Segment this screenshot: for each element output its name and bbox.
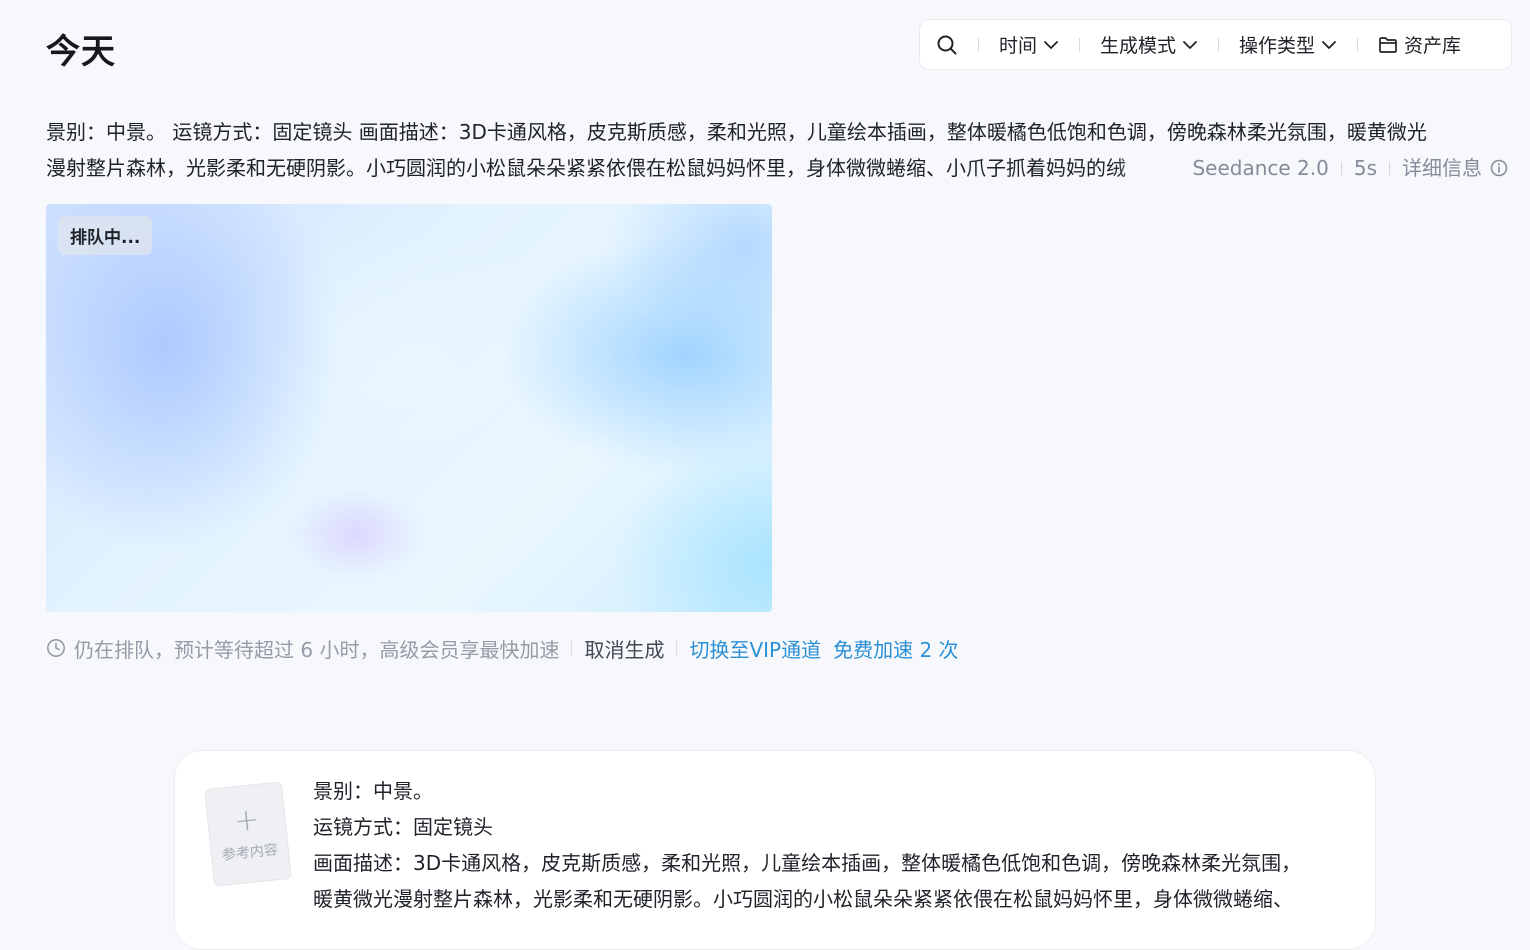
composer-line: 运镜方式：固定镜头	[313, 815, 493, 839]
wait-info: 仍在排队，预计等待超过 6 小时，高级会员享最快加速	[46, 634, 559, 663]
toolbar-divider	[1218, 37, 1220, 52]
prompt-composer: + 参考内容 景别：中景。 运镜方式：固定镜头 画面描述：3D卡通风格，皮克斯质…	[174, 750, 1376, 950]
cancel-generation-button[interactable]: 取消生成	[584, 634, 664, 663]
chevron-down-icon	[1044, 40, 1058, 49]
composer-line: 暖黄微光漫射整片森林，光影柔和无硬阴影。小巧圆润的小松鼠朵朵紧紧依偎在松鼠妈妈怀…	[313, 887, 1293, 911]
model-name: Seedance 2.0	[1192, 156, 1329, 180]
generation-mode-label: 生成模式	[1100, 35, 1177, 57]
reference-label: 参考内容	[221, 842, 279, 864]
search-icon	[937, 35, 957, 54]
toolbar-divider	[1357, 37, 1359, 52]
wait-text: 仍在排队，预计等待超过 6 小时，高级会员享最快加速	[74, 637, 560, 662]
video-preview-placeholder[interactable]: 排队中...	[46, 204, 772, 612]
asset-library-button[interactable]: 资产库	[1378, 31, 1461, 58]
time-filter-dropdown[interactable]: 时间	[999, 31, 1059, 58]
info-icon	[1490, 159, 1508, 177]
free-speed-up-link[interactable]: 免费加速 2 次	[833, 634, 958, 663]
meta-divider	[1340, 161, 1342, 175]
chevron-down-icon	[1322, 40, 1336, 49]
generation-mode-dropdown[interactable]: 生成模式	[1100, 31, 1198, 58]
toolbar-divider	[978, 37, 979, 52]
status-divider	[571, 641, 573, 655]
meta-divider	[1389, 161, 1390, 175]
chevron-down-icon	[1183, 40, 1197, 49]
queue-status-bar: 仍在排队，预计等待超过 6 小时，高级会员享最快加速 取消生成 切换至VIP通道…	[46, 630, 959, 666]
task-prompt: 景别：中景。 运镜方式：固定镜头 画面描述：3D卡通风格，皮克斯质感，柔和光照，…	[46, 114, 1508, 186]
prompt-line: 漫射整片森林，光影柔和无硬阴影。小巧圆润的小松鼠朵朵紧紧依偎在松鼠妈妈怀里，身体…	[46, 156, 1126, 180]
status-badge: 排队中...	[58, 216, 153, 255]
switch-vip-channel-link[interactable]: 切换至VIP通道	[689, 634, 821, 663]
toolbar-divider	[1079, 37, 1081, 52]
search-button[interactable]	[936, 34, 958, 56]
operation-type-label: 操作类型	[1239, 35, 1316, 57]
folder-icon	[1379, 36, 1397, 53]
composer-input[interactable]: 景别：中景。 运镜方式：固定镜头 画面描述：3D卡通风格，皮克斯质感，柔和光照，…	[313, 773, 1353, 917]
asset-library-label: 资产库	[1404, 35, 1462, 57]
status-divider	[676, 641, 678, 655]
page-title: 今天	[46, 32, 116, 72]
filter-toolbar: 时间 生成模式 操作类型 资产库	[919, 19, 1512, 70]
operation-type-dropdown[interactable]: 操作类型	[1239, 31, 1337, 58]
details-link[interactable]: 详细信息	[1402, 150, 1508, 186]
prompt-line: 景别：中景。 运镜方式：固定镜头 画面描述：3D卡通风格，皮克斯质感，柔和光照，…	[46, 120, 1427, 144]
plus-icon: +	[232, 801, 261, 840]
time-filter-label: 时间	[999, 35, 1038, 57]
clock-icon	[47, 639, 65, 657]
composer-line: 画面描述：3D卡通风格，皮克斯质感，柔和光照，儿童绘本插画，整体暖橘色低饱和色调…	[313, 851, 1302, 875]
composer-line: 景别：中景。	[313, 779, 433, 803]
task-meta: Seedance 2.0 5s 详细信息	[1192, 150, 1508, 186]
reference-upload[interactable]: + 参考内容	[204, 781, 292, 887]
duration: 5s	[1353, 156, 1377, 180]
details-label: 详细信息	[1402, 156, 1482, 180]
